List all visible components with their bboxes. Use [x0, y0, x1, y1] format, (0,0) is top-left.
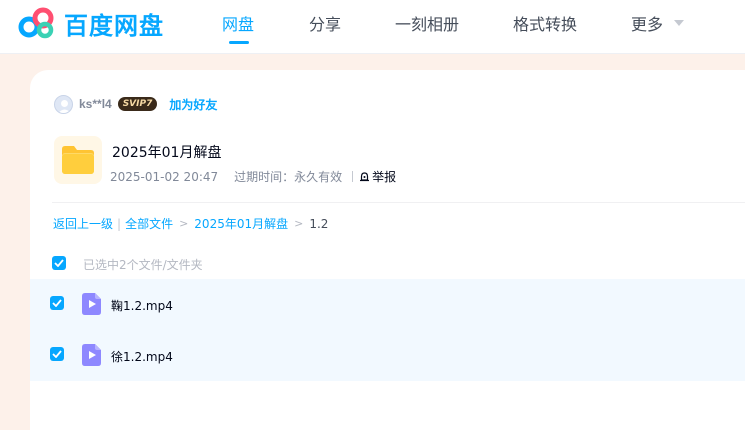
file-name[interactable]: 鞠1.2.mp4 — [111, 297, 173, 314]
report-label: 举报 — [372, 170, 397, 184]
select-all-checkbox[interactable] — [52, 256, 66, 270]
user-avatar-icon — [58, 99, 71, 113]
nav-item-share[interactable]: 分享 — [309, 11, 341, 35]
svip-badge: SVIP7 — [117, 97, 158, 111]
breadcrumb-separator-icon: > — [294, 217, 304, 230]
active-tab-indicator — [229, 41, 249, 44]
section-divider — [52, 202, 745, 203]
breadcrumb-back[interactable]: 返回上一级 — [53, 215, 113, 232]
sharer-info: ks**l4 SVIP7 加为好友 — [54, 94, 217, 114]
video-file-icon — [82, 293, 101, 315]
share-expire: 过期时间：永久有效 — [234, 170, 343, 184]
brand-name: 百度网盘 — [64, 11, 164, 40]
nav-item-more[interactable]: 更多 — [631, 11, 663, 35]
check-icon — [54, 259, 64, 267]
nav-item-netdisk[interactable]: 网盘 — [222, 11, 254, 35]
file-checkbox[interactable] — [50, 347, 64, 361]
breadcrumb-separator-icon: > — [179, 217, 189, 230]
share-date: 2025-01-02 20:47 — [110, 169, 219, 184]
alarm-icon — [360, 172, 370, 182]
breadcrumb-current: 1.2 — [309, 216, 329, 231]
file-name[interactable]: 徐1.2.mp4 — [111, 348, 173, 365]
check-icon — [52, 299, 62, 307]
report-divider — [352, 171, 354, 182]
sharer-name: ks**l4 — [79, 97, 112, 111]
table-row[interactable]: 鞠1.2.mp4 — [30, 279, 745, 330]
breadcrumb-folder[interactable]: 2025年01月解盘 — [194, 215, 288, 232]
folder-icon — [62, 146, 94, 174]
file-checkbox[interactable] — [50, 296, 64, 310]
check-icon — [52, 350, 62, 358]
report-button[interactable]: 举报 — [352, 168, 396, 185]
table-row[interactable]: 徐1.2.mp4 — [30, 330, 745, 381]
nav-item-format-convert[interactable]: 格式转换 — [513, 11, 577, 35]
add-friend-link[interactable]: 加为好友 — [169, 96, 217, 113]
nav-item-moment-album[interactable]: 一刻相册 — [395, 11, 459, 35]
selection-summary: 已选中2个文件/文件夹 — [83, 258, 203, 272]
breadcrumb-bar: | — [117, 216, 122, 231]
baidu-netdisk-logo-icon — [18, 7, 54, 39]
share-title: 2025年01月解盘 — [112, 145, 222, 161]
brand-logo[interactable]: 百度网盘 — [18, 6, 164, 40]
chevron-down-icon[interactable] — [673, 19, 685, 27]
share-card: ks**l4 SVIP7 加为好友 2025年01月解盘 2025-01-02 … — [30, 70, 745, 430]
folder-thumbnail — [54, 136, 102, 184]
share-meta: 2025-01-02 20:47 过期时间：永久有效 举报 — [110, 168, 396, 185]
breadcrumb: 返回上一级 | 全部文件 > 2025年01月解盘 > 1.2 — [53, 215, 328, 232]
top-navigation-bar: 百度网盘 网盘 分享 一刻相册 格式转换 更多 — [0, 0, 745, 54]
avatar[interactable] — [54, 94, 73, 114]
video-file-icon — [82, 344, 101, 366]
breadcrumb-all-files[interactable]: 全部文件 — [125, 215, 173, 232]
